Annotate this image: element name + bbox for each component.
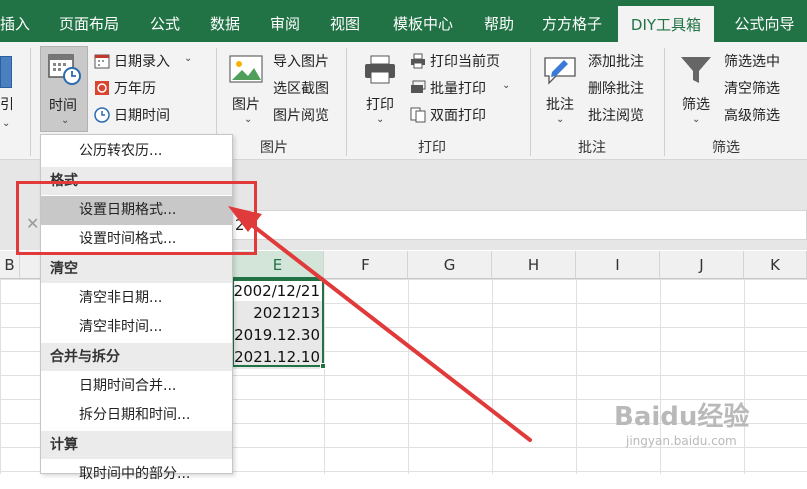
baidu-watermark-url: jingyan.baidu.com [626, 434, 737, 448]
baidu-watermark: Baidu经验 [614, 402, 750, 432]
